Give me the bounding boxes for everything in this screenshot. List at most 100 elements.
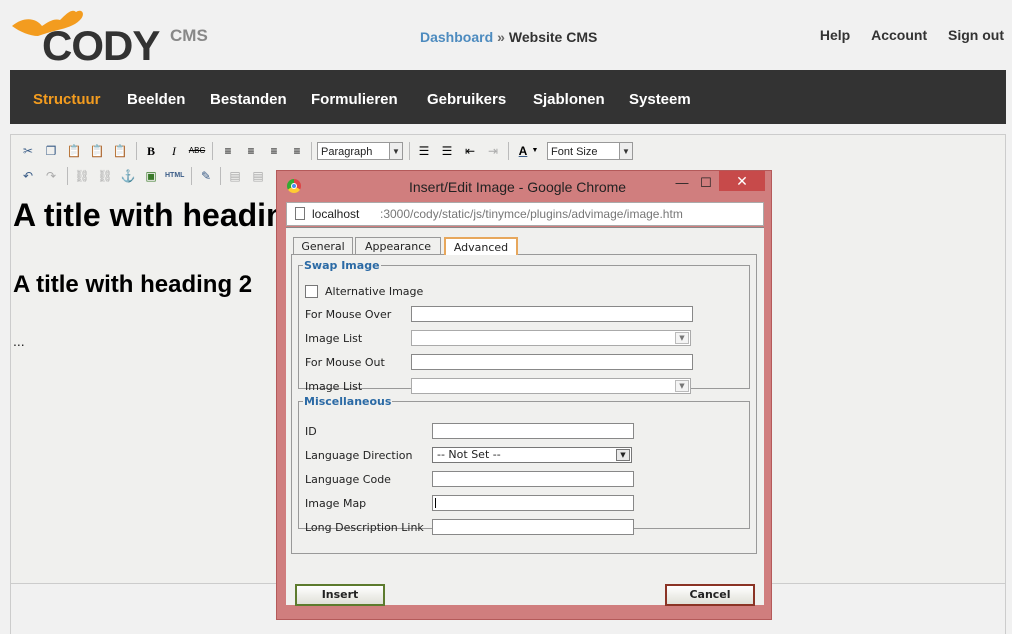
image-list-select-1[interactable]: ▼ (411, 330, 691, 346)
heading-2: A title with heading 2 (13, 271, 253, 298)
link-icon[interactable]: ⛓ (73, 167, 91, 185)
id-label: ID (305, 425, 317, 438)
toolbar-separator (311, 142, 312, 160)
align-justify-icon[interactable]: ≡ (288, 142, 306, 160)
italic-icon[interactable]: I (165, 142, 183, 160)
bullet-list-icon[interactable]: ☰ (415, 142, 433, 160)
alternative-image-label: Alternative Image (325, 285, 424, 298)
breadcrumb-separator: » (497, 29, 505, 45)
url-path: :3000/cody/static/js/tinymce/plugins/adv… (380, 207, 683, 221)
image-list-label-1: Image List (305, 332, 363, 345)
format-select[interactable]: Paragraph ▼ (317, 142, 403, 160)
header: CODY CMS Dashboard» Website CMS Help Acco… (0, 0, 1012, 70)
nav-item-systeem[interactable]: Systeem (629, 91, 691, 108)
advanced-panel: Swap Image Alternative Image For Mouse O… (291, 254, 757, 554)
language-code-label: Language Code (305, 473, 391, 486)
chevron-down-icon[interactable]: ▼ (531, 142, 539, 160)
language-direction-select[interactable]: -- Not Set -- ▼ (432, 447, 632, 463)
maximize-icon[interactable]: ☐ (697, 173, 715, 193)
toolbar-separator (136, 142, 137, 160)
bold-icon[interactable]: B (142, 142, 160, 160)
swap-image-legend: Swap Image (304, 259, 380, 272)
edit-icon[interactable]: ✎ (197, 167, 215, 185)
minimize-icon[interactable]: — (673, 173, 691, 193)
miscellaneous-legend: Miscellaneous (304, 395, 392, 408)
cody-logo[interactable]: CODY CMS (10, 4, 220, 69)
cut-icon[interactable]: ✂ (19, 142, 37, 160)
html-source-icon[interactable]: HTML (165, 167, 184, 185)
align-right-icon[interactable]: ≡ (265, 142, 283, 160)
align-center-icon[interactable]: ≡ (242, 142, 260, 160)
tab-advanced[interactable]: Advanced (444, 237, 518, 255)
image-list-label-2: Image List (305, 380, 363, 393)
insert-button[interactable]: Insert (295, 584, 385, 606)
page-icon (295, 207, 305, 220)
table-icon[interactable]: ▤ (226, 167, 244, 185)
language-code-input[interactable] (432, 471, 634, 487)
unlink-icon[interactable]: ⛓ (96, 167, 114, 185)
language-direction-value: -- Not Set -- (437, 448, 501, 461)
paste-icon[interactable]: 📋 (65, 142, 83, 160)
font-size-select[interactable]: Font Size ▼ (547, 142, 633, 160)
numbered-list-icon[interactable]: ☰ (438, 142, 456, 160)
url-bar[interactable]: localhost :3000/cody/static/js/tinymce/p… (286, 202, 764, 226)
chevron-down-icon: ▼ (619, 143, 632, 159)
cancel-button[interactable]: Cancel (665, 584, 755, 606)
image-list-select-2[interactable]: ▼ (411, 378, 691, 394)
toolbar-separator (212, 142, 213, 160)
close-icon[interactable]: ✕ (719, 171, 765, 191)
for-mouse-over-input[interactable] (411, 306, 693, 322)
nav-item-sjablonen[interactable]: Sjablonen (533, 91, 605, 108)
logo-cms-suffix: CMS (170, 26, 208, 45)
top-links: Help Account Sign out (803, 27, 1004, 43)
chevron-down-icon: ▼ (389, 143, 402, 159)
strikethrough-icon[interactable]: ABC (188, 142, 206, 160)
breadcrumb-dashboard-link[interactable]: Dashboard (420, 29, 493, 45)
for-mouse-out-input[interactable] (411, 354, 693, 370)
tab-appearance[interactable]: Appearance (355, 237, 441, 255)
alternative-image-checkbox[interactable] (305, 285, 318, 298)
toolbar-separator (220, 167, 221, 185)
font-size-select-value: Font Size (551, 146, 598, 158)
account-link[interactable]: Account (871, 27, 927, 43)
nav-item-beelden[interactable]: Beelden (127, 91, 185, 108)
chevron-down-icon: ▼ (616, 449, 630, 461)
table-props-icon[interactable]: ▤ (249, 167, 267, 185)
logo-text: CODY (42, 22, 160, 69)
indent-icon[interactable]: ⇥ (484, 142, 502, 160)
nav-item-gebruikers[interactable]: Gebruikers (427, 91, 506, 108)
toolbar-separator (409, 142, 410, 160)
language-direction-label: Language Direction (305, 449, 413, 462)
image-icon[interactable]: ▣ (142, 167, 160, 185)
insert-image-dialog: Insert/Edit Image - Google Chrome — ☐ ✕ … (276, 170, 772, 620)
nav-item-structuur[interactable]: Structuur (33, 91, 101, 108)
toolbar-separator (67, 167, 68, 185)
copy-icon[interactable]: ❐ (42, 142, 60, 160)
dialog-titlebar[interactable]: Insert/Edit Image - Google Chrome — ☐ ✕ (277, 171, 771, 201)
undo-icon[interactable]: ↶ (19, 167, 37, 185)
swap-image-fieldset: Swap Image Alternative Image For Mouse O… (298, 259, 750, 394)
paste-word-icon[interactable]: 📋 (111, 142, 129, 160)
id-input[interactable] (432, 423, 634, 439)
for-mouse-over-label: For Mouse Over (305, 308, 392, 321)
align-left-icon[interactable]: ≡ (219, 142, 237, 160)
help-link[interactable]: Help (820, 27, 850, 43)
dialog-title: Insert/Edit Image - Google Chrome (409, 179, 627, 195)
tab-general[interactable]: General (293, 237, 353, 255)
image-map-label: Image Map (305, 497, 367, 510)
nav-item-formulieren[interactable]: Formulieren (311, 91, 398, 108)
format-select-value: Paragraph (321, 146, 373, 158)
sign-out-link[interactable]: Sign out (948, 27, 1004, 43)
image-map-input[interactable] (432, 495, 634, 511)
chevron-down-icon: ▼ (675, 380, 689, 392)
anchor-icon[interactable]: ⚓ (119, 167, 137, 185)
chevron-down-icon: ▼ (675, 332, 689, 344)
paste-text-icon[interactable]: 📋 (88, 142, 106, 160)
text-color-icon[interactable]: A (514, 142, 532, 160)
long-description-input[interactable] (432, 519, 634, 535)
chrome-icon (287, 179, 301, 193)
nav-item-bestanden[interactable]: Bestanden (210, 91, 287, 108)
redo-icon[interactable]: ↷ (42, 167, 60, 185)
toolbar-separator (191, 167, 192, 185)
outdent-icon[interactable]: ⇤ (461, 142, 479, 160)
